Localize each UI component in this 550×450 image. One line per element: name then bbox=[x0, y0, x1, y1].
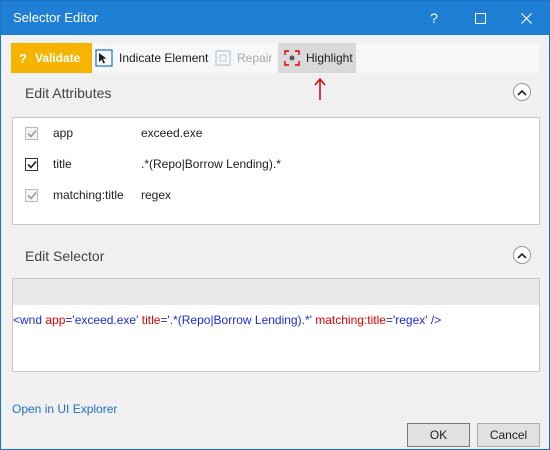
attribute-value[interactable]: exceed.exe bbox=[141, 126, 202, 140]
checkmark-icon bbox=[26, 160, 37, 169]
selector-attr-name: matching:title bbox=[315, 313, 386, 327]
pointer-target-icon bbox=[95, 49, 113, 67]
validate-button[interactable]: ? Validate bbox=[11, 43, 92, 73]
highlight-icon bbox=[284, 50, 300, 66]
attribute-row: matching:title regex bbox=[13, 183, 539, 207]
selector-editor-panel[interactable]: <wnd app='exceed.exe' title='.*(Repo|Bor… bbox=[12, 278, 540, 372]
selector-attr-name: app bbox=[45, 313, 66, 327]
selector-header-bar bbox=[13, 279, 539, 305]
attribute-name: title bbox=[53, 157, 72, 171]
ok-button[interactable]: OK bbox=[407, 423, 470, 447]
open-in-ui-explorer-link[interactable]: Open in UI Explorer bbox=[12, 402, 117, 416]
selector-attr-name: title bbox=[141, 313, 161, 327]
collapse-attributes-button[interactable] bbox=[513, 83, 531, 101]
checkmark-icon bbox=[26, 129, 37, 138]
title-bar[interactable]: Selector Editor ? bbox=[1, 1, 549, 35]
cancel-button[interactable]: Cancel bbox=[477, 423, 540, 447]
attribute-row: app exceed.exe bbox=[13, 121, 539, 145]
selector-code[interactable]: <wnd app='exceed.exe' title='.*(Repo|Bor… bbox=[13, 313, 441, 327]
toolbar: ? Validate Indicate Element Repair Highl… bbox=[11, 43, 539, 73]
repair-label: Repair bbox=[237, 51, 273, 65]
maximize-button[interactable] bbox=[457, 1, 503, 35]
checkmark-icon bbox=[26, 191, 37, 200]
attributes-panel: app exceed.exe title .*(Repo|Borrow Lend… bbox=[12, 117, 540, 225]
attribute-checkbox[interactable] bbox=[25, 126, 38, 140]
chevron-up-icon bbox=[517, 89, 527, 96]
close-button[interactable] bbox=[503, 1, 549, 35]
attribute-checkbox[interactable] bbox=[25, 188, 38, 202]
selector-attr-value: exceed.exe bbox=[74, 313, 137, 327]
edit-selector-title: Edit Selector bbox=[25, 248, 105, 264]
selector-tag: wnd bbox=[20, 313, 43, 327]
selector-attr-value: regex bbox=[395, 313, 426, 327]
question-icon: ? bbox=[19, 50, 27, 66]
maximize-icon bbox=[474, 12, 486, 24]
up-arrow-annotation bbox=[314, 77, 326, 100]
selector-close: /> bbox=[427, 313, 442, 327]
highlight-label: Highlight bbox=[306, 51, 353, 65]
repair-icon bbox=[215, 50, 231, 66]
attribute-value[interactable]: regex bbox=[141, 188, 171, 202]
help-button[interactable]: ? bbox=[411, 1, 457, 35]
window-title: Selector Editor bbox=[13, 10, 99, 25]
chevron-up-icon bbox=[517, 252, 527, 259]
close-icon bbox=[520, 12, 532, 24]
attribute-checkbox[interactable] bbox=[25, 157, 38, 171]
attribute-name: matching:title bbox=[53, 188, 124, 202]
edit-attributes-title: Edit Attributes bbox=[25, 85, 112, 101]
indicate-element-label: Indicate Element bbox=[119, 51, 209, 65]
highlight-button[interactable]: Highlight bbox=[278, 43, 356, 73]
selector-open: < bbox=[13, 313, 21, 327]
attribute-row: title .*(Repo|Borrow Lending).* bbox=[13, 152, 539, 176]
attribute-value[interactable]: .*(Repo|Borrow Lending).* bbox=[141, 157, 281, 171]
indicate-element-button[interactable]: Indicate Element bbox=[95, 43, 213, 73]
repair-button[interactable]: Repair bbox=[215, 43, 275, 73]
attribute-name: app bbox=[53, 126, 74, 140]
validate-label: Validate bbox=[34, 51, 81, 65]
selector-editor-window: Selector Editor ? ? Validate Indicate El… bbox=[0, 0, 550, 450]
selector-attr-value: .*(Repo|Borrow Lending).* bbox=[169, 313, 310, 327]
collapse-selector-button[interactable] bbox=[513, 246, 531, 264]
